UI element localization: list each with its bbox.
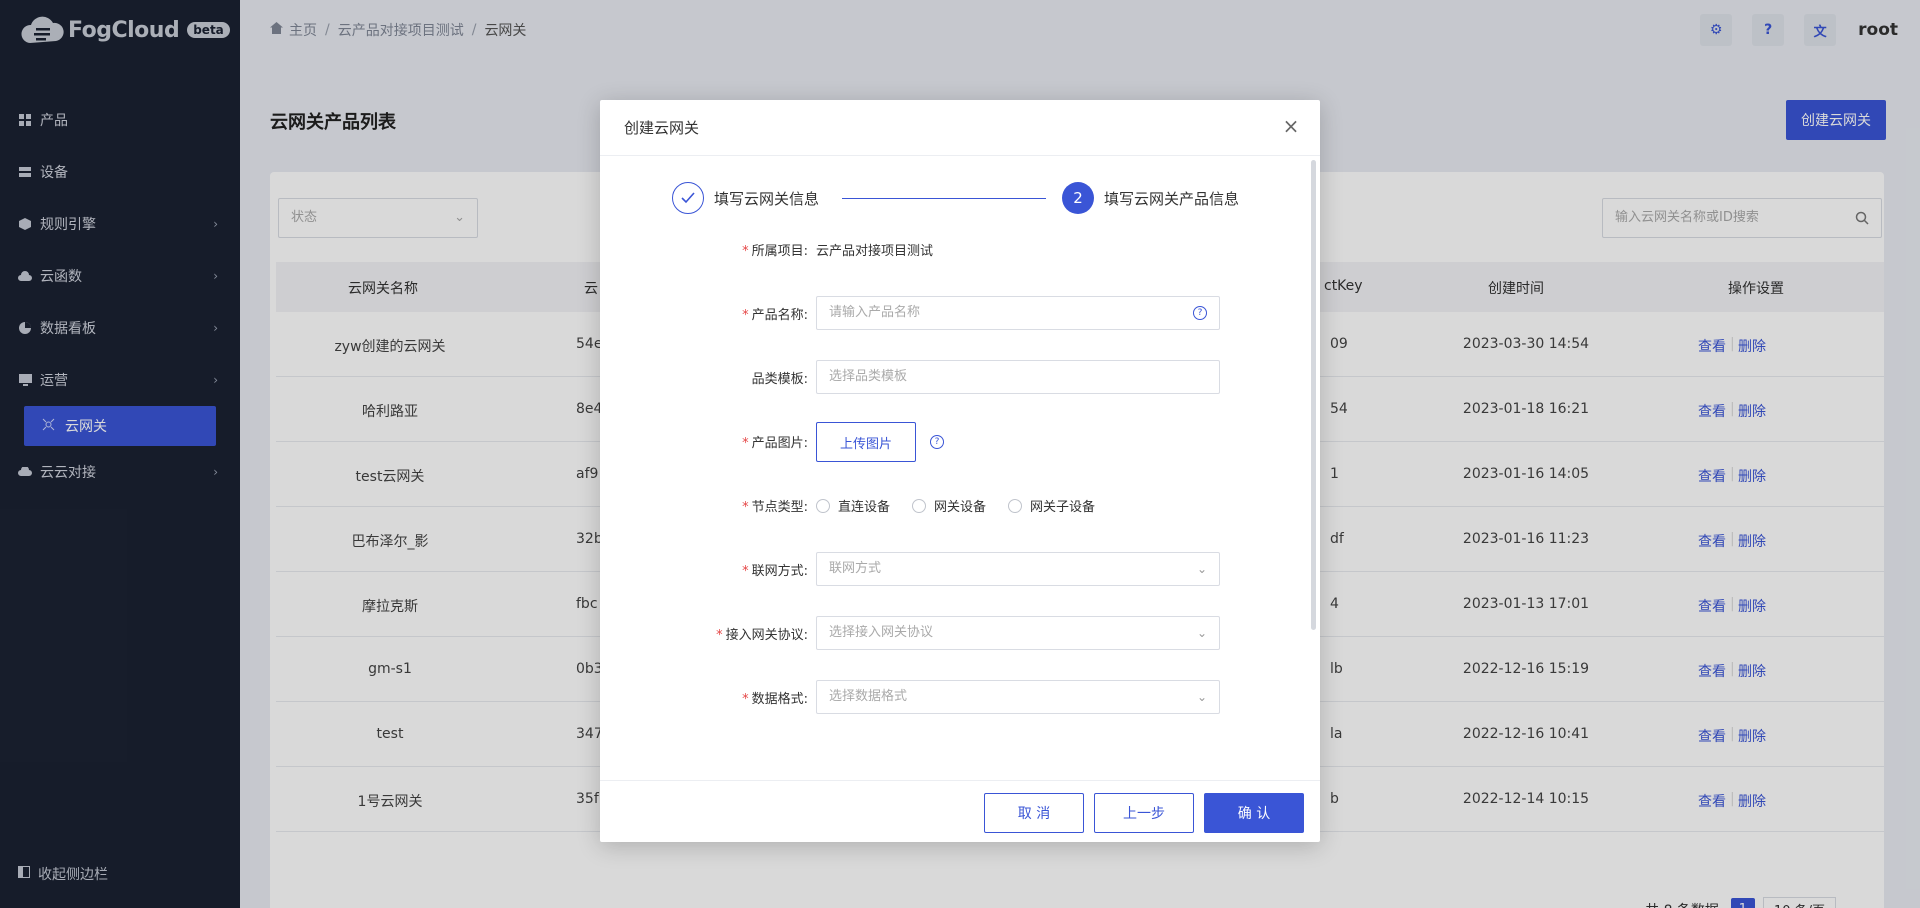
radio-direct-device[interactable]: 直连设备: [816, 496, 890, 515]
chevron-down-icon: ⌄: [1196, 626, 1207, 640]
project-label: * 所属项目:: [742, 244, 808, 259]
dialog-footer: 取 消 上一步 确 认: [600, 780, 1320, 842]
step-2: 2 填写云网关产品信息: [1062, 182, 1239, 214]
format-select[interactable]: 选择数据格式 ⌄: [816, 680, 1220, 714]
project-row: * 所属项目: 云产品对接项目测试: [600, 230, 1320, 270]
cancel-button[interactable]: 取 消: [984, 793, 1084, 833]
check-icon: [672, 182, 704, 214]
protocol-row: * 接入网关协议: 选择接入网关协议 ⌄: [600, 614, 1320, 654]
format-placeholder: 选择数据格式: [829, 689, 908, 704]
create-gateway-dialog: 创建云网关 × 填写云网关信息 2 填写云网关产品信息 * 所属项目: 云产品对接…: [600, 100, 1320, 842]
step-1: 填写云网关信息: [672, 182, 819, 214]
radio-gateway-device[interactable]: 网关设备: [912, 496, 986, 515]
product-name-placeholder: 请输入产品名称: [829, 305, 921, 320]
confirm-button[interactable]: 确 认: [1204, 793, 1304, 833]
product-name-row: * 产品名称: 请输入产品名称 ?: [600, 294, 1320, 334]
help-icon[interactable]: ?: [1193, 306, 1207, 320]
protocol-placeholder: 选择接入网关协议: [829, 625, 934, 640]
node-type-radio-group: 直连设备 网关设备 网关子设备: [816, 496, 1117, 515]
step-connector: [842, 198, 1046, 199]
dialog-title: 创建云网关: [624, 119, 700, 137]
radio-circle: [816, 498, 830, 513]
upload-image-button[interactable]: 上传图片: [816, 422, 916, 462]
template-placeholder: 选择品类模板: [829, 369, 908, 384]
network-label: * 联网方式:: [742, 564, 808, 579]
radio-gateway-subdevice[interactable]: 网关子设备: [1008, 496, 1095, 515]
radio-circle: [912, 498, 927, 513]
node-type-label: * 节点类型:: [742, 500, 808, 515]
product-name-input[interactable]: 请输入产品名称 ?: [816, 296, 1220, 330]
product-name-label: * 产品名称:: [742, 308, 808, 323]
close-icon[interactable]: ×: [1280, 116, 1302, 138]
protocol-label: * 接入网关协议:: [716, 628, 808, 643]
help-icon[interactable]: ?: [930, 435, 944, 449]
chevron-down-icon: ⌄: [1196, 562, 1207, 576]
template-row: 品类模板: 选择品类模板: [600, 358, 1320, 398]
project-value: 云产品对接项目测试: [816, 244, 934, 259]
network-row: * 联网方式: 联网方式 ⌄: [600, 550, 1320, 590]
format-row: * 数据格式: 选择数据格式 ⌄: [600, 678, 1320, 718]
radio-circle: [1008, 498, 1023, 513]
step-2-number: 2: [1062, 182, 1094, 214]
dialog-header: 创建云网关 ×: [600, 100, 1320, 156]
node-type-row: * 节点类型: 直连设备 网关设备 网关子设备: [600, 486, 1320, 526]
previous-step-button[interactable]: 上一步: [1094, 793, 1194, 833]
image-label: * 产品图片:: [742, 436, 808, 451]
image-row: * 产品图片: 上传图片 ?: [600, 422, 1320, 462]
network-select[interactable]: 联网方式 ⌄: [816, 552, 1220, 586]
step-2-label: 填写云网关产品信息: [1104, 189, 1240, 208]
template-select[interactable]: 选择品类模板: [816, 360, 1220, 394]
template-label: 品类模板:: [751, 372, 808, 387]
chevron-down-icon: ⌄: [1196, 690, 1207, 704]
step-1-label: 填写云网关信息: [714, 189, 820, 208]
steps: 填写云网关信息 2 填写云网关产品信息: [672, 182, 1252, 214]
network-placeholder: 联网方式: [829, 561, 882, 576]
protocol-select[interactable]: 选择接入网关协议 ⌄: [816, 616, 1220, 650]
format-label: * 数据格式:: [742, 692, 808, 707]
